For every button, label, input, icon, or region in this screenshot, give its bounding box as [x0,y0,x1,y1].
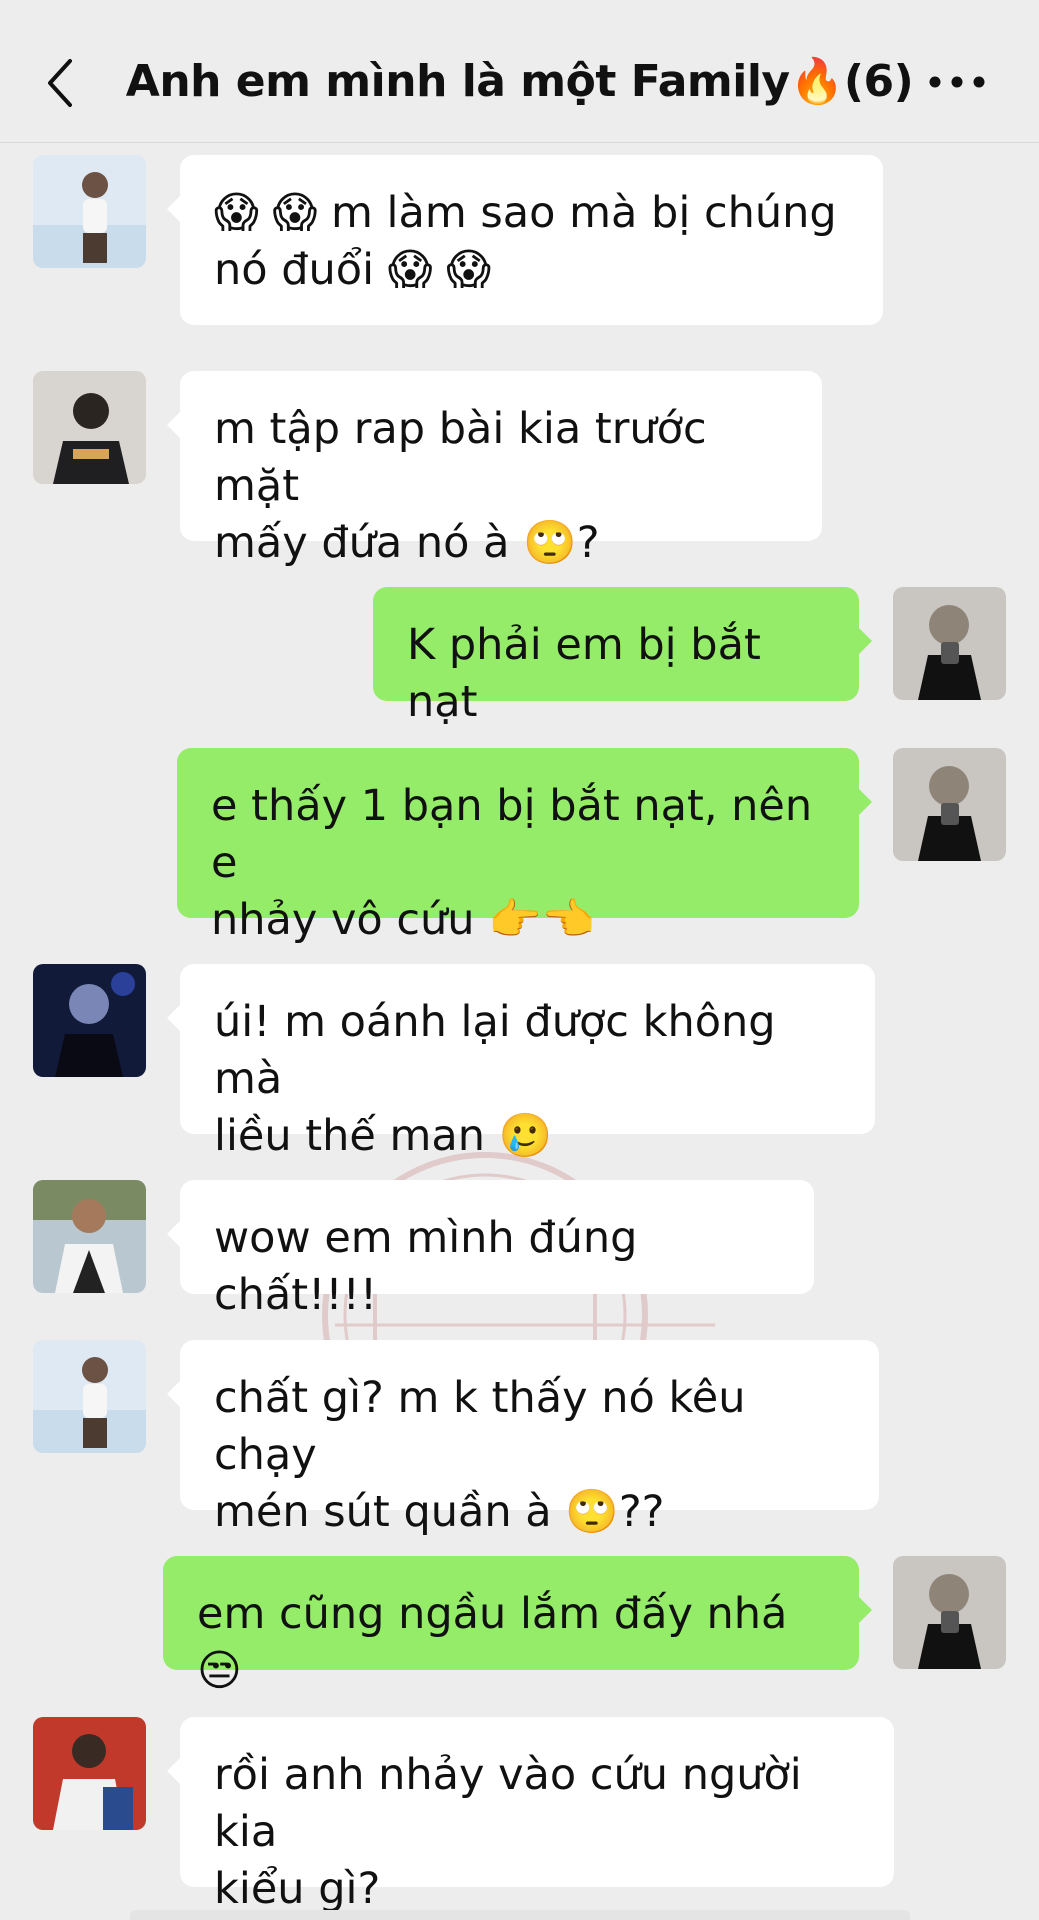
message-text: úi! m oánh lại được không mà liều thế ma… [214,997,776,1161]
avatar[interactable] [33,1340,146,1453]
message-text: K phải em bị bắt nạt [407,620,775,727]
avatar[interactable] [33,1180,146,1293]
message-text: wow em mình đúng chất!!!! [214,1213,652,1320]
avatar[interactable] [33,1717,146,1830]
message-bubble[interactable]: úi! m oánh lại được không mà liều thế ma… [167,964,875,1161]
more-dots-icon [929,76,985,88]
message-bubble[interactable]: em cũng ngầu lắm đấy nhá😒 [163,1556,872,1696]
chat-title: Anh em mình là một Family🔥(6) [125,56,914,107]
message-bubble[interactable]: e thấy 1 bạn bị bắt nạt, nên e nhảy vô c… [177,748,872,945]
message-text: e thấy 1 bạn bị bắt nạt, nên e nhảy vô c… [211,781,813,945]
message-bubble[interactable]: chất gì? m k thấy nó kêu chạy mén sút qu… [167,1340,879,1537]
message-bubble[interactable]: K phải em bị bắt nạt [373,587,872,727]
avatar-me[interactable] [893,748,1006,861]
message-list[interactable]: 😱 😱 m làm sao mà bị chúng nó đuổi 😱 😱 m … [0,143,1039,1920]
chevron-left-icon [48,59,72,107]
message-text: 😱 😱 m làm sao mà bị chúng nó đuổi 😱 😱 [214,188,837,295]
message-text: rồi anh nhảy vào cứu người kia kiểu gì? [214,1750,802,1914]
message-text: chất gì? m k thấy nó kêu chạy mén sút qu… [214,1373,746,1537]
back-button[interactable] [40,55,84,111]
input-bar-edge [130,1910,910,1920]
message-text: em cũng ngầu lắm đấy nhá😒 [197,1589,788,1696]
more-button[interactable] [925,60,989,104]
message-bubble[interactable]: m tập rap bài kia trước mặt mấy đứa nó à… [167,371,822,568]
avatar[interactable] [33,964,146,1077]
avatar-me[interactable] [893,1556,1006,1669]
avatar[interactable] [33,371,146,484]
avatar-me[interactable] [893,587,1006,700]
message-bubble[interactable]: wow em mình đúng chất!!!! [167,1180,814,1320]
message-bubble[interactable]: 😱 😱 m làm sao mà bị chúng nó đuổi 😱 😱 [167,155,883,325]
message-bubble[interactable]: rồi anh nhảy vào cứu người kia kiểu gì? [167,1717,894,1914]
chat-header: Anh em mình là một Family🔥(6) [0,0,1039,143]
avatar[interactable] [33,155,146,268]
message-text: m tập rap bài kia trước mặt mấy đứa nó à… [214,404,707,568]
